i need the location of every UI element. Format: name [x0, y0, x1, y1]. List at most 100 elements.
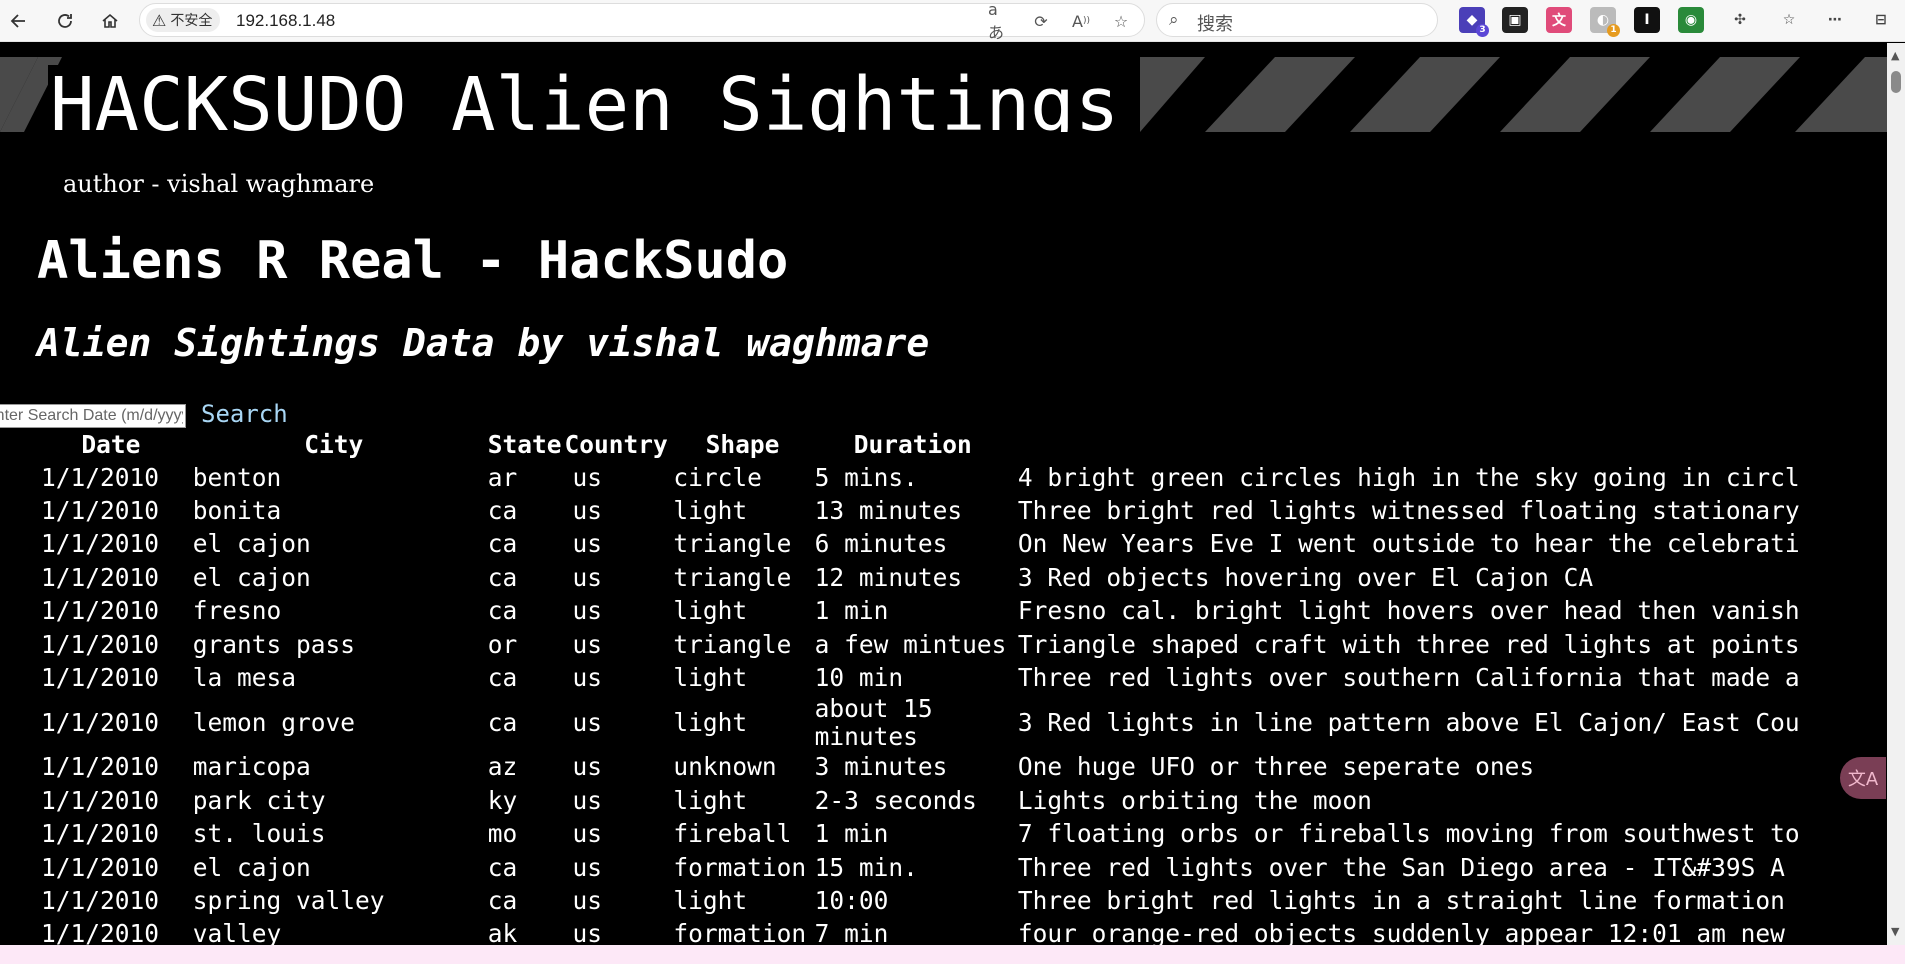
cell-country: us	[572, 562, 602, 592]
cell-description: Lights orbiting the moon	[1017, 785, 1372, 815]
extension-icon-6[interactable]: ◉	[1678, 7, 1704, 33]
cell-state: ca	[487, 852, 518, 882]
cell-description: Triangle shaped craft with three red lig…	[1017, 629, 1800, 659]
scroll-down-arrow-icon[interactable]: ▼	[1891, 925, 1899, 938]
table-row: 1/1/2010 benton ar us circle 5 mins. 4 bright …	[0, 461, 1887, 494]
page-heading: Aliens R Real - HackSudo	[37, 231, 789, 291]
cell-duration: 13 minutes	[814, 496, 963, 526]
favorites-icon[interactable]: ☆	[1776, 7, 1802, 33]
page-subheading: Alien Sightings Data by vishal waghmare	[37, 321, 930, 365]
cell-country: us	[572, 885, 602, 915]
cell-shape: light	[673, 885, 748, 915]
cell-duration: 1 min	[814, 819, 889, 849]
browser-toolbar: ⚠ 不安全 192.168.1.48 aあ ⟳ A)) ☆ ⌕ 搜索 ◆ 3 ▣ …	[0, 0, 1905, 42]
cell-city: la mesa	[192, 663, 296, 693]
cell-state: mo	[487, 819, 518, 849]
extensions-puzzle-icon[interactable]: ✣	[1727, 7, 1753, 33]
scrollbar-thumb[interactable]	[1891, 71, 1901, 93]
browser-search-box[interactable]: ⌕ 搜索	[1156, 3, 1438, 37]
page-content: HACKSUDO Alien Sightings author - vishal…	[0, 43, 1887, 945]
header-date: Date	[81, 430, 141, 459]
table-row: 1/1/2010 grants pass or us triangle a few min…	[0, 628, 1887, 661]
cell-date: 1/1/2010	[41, 785, 160, 815]
search-button[interactable]: Search	[201, 400, 288, 428]
table-row: 1/1/2010 spring valley ca us light 10:00 Three…	[0, 884, 1887, 917]
edge-refresh-icon[interactable]: ⟳	[1029, 10, 1053, 32]
date-search-input[interactable]	[0, 404, 186, 428]
header-duration: Duration	[853, 430, 972, 459]
extension-icon-1[interactable]: ◆ 3	[1459, 7, 1489, 37]
table-row: 1/1/2010 fresno ca us light 1 min Fresno cal. …	[0, 595, 1887, 628]
table-row: 1/1/2010 la mesa ca us light 10 min Three red …	[0, 661, 1887, 694]
cell-shape: light	[673, 707, 748, 737]
cell-state: or	[487, 629, 518, 659]
cell-shape: formation	[673, 852, 807, 882]
refresh-icon[interactable]	[50, 6, 80, 36]
table-row: 1/1/2010 el cajon ca us formation 15 min. Thre…	[0, 851, 1887, 884]
vertical-scrollbar[interactable]: ▲ ▼	[1887, 43, 1905, 945]
cell-description: Three bright red lights in a straight li…	[1017, 885, 1785, 915]
cell-date: 1/1/2010	[41, 885, 160, 915]
cell-date: 1/1/2010	[41, 663, 160, 693]
floating-translate-icon[interactable]: 文A	[1840, 757, 1886, 799]
cell-description: Fresno cal. bright light hovers over hea…	[1017, 596, 1800, 626]
cell-date: 1/1/2010	[41, 496, 160, 526]
cell-date: 1/1/2010	[41, 919, 160, 945]
cell-shape: triangle	[673, 629, 792, 659]
cell-city: grants pass	[192, 629, 355, 659]
cell-shape: triangle	[673, 562, 792, 592]
read-aloud-language-icon[interactable]: aあ	[988, 0, 1012, 42]
cell-city: el cajon	[192, 529, 311, 559]
extension-icon-5[interactable]: I	[1634, 7, 1660, 33]
cell-city: maricopa	[192, 752, 311, 782]
search-icon: ⌕	[1169, 10, 1179, 30]
cell-state: ky	[487, 785, 518, 815]
warning-icon: ⚠	[152, 10, 167, 30]
cell-state: ca	[487, 496, 518, 526]
table-row: 1/1/2010 el cajon ca us triangle 12 minutes 3 …	[0, 561, 1887, 594]
back-icon[interactable]	[4, 6, 34, 36]
extension-icon-2[interactable]: ▣	[1502, 7, 1528, 33]
cell-city: park city	[192, 785, 326, 815]
table-row: 1/1/2010 maricopa az us unknown 3 minutes One …	[0, 751, 1887, 784]
cell-city: valley	[192, 919, 282, 945]
cell-duration: 12 minutes	[814, 562, 963, 592]
cell-shape: circle	[673, 462, 762, 492]
banner-title: HACKSUDO Alien Sightings	[48, 65, 1130, 132]
cell-state: ca	[487, 529, 518, 559]
cell-country: us	[572, 785, 602, 815]
cell-date: 1/1/2010	[41, 819, 160, 849]
home-icon[interactable]	[95, 6, 125, 36]
more-menu-icon[interactable]: ⋯	[1822, 7, 1848, 33]
read-aloud-icon[interactable]: A))	[1069, 10, 1093, 32]
scroll-up-arrow-icon[interactable]: ▲	[1891, 49, 1899, 62]
table-row: 1/1/2010 st. louis mo us fireball 1 min 7 floa…	[0, 818, 1887, 851]
cell-shape: fireball	[673, 819, 792, 849]
cell-description: 3 Red objects hovering over El Cajon CA	[1017, 562, 1594, 592]
cell-state: ca	[487, 596, 518, 626]
cell-date: 1/1/2010	[41, 852, 160, 882]
cell-date: 1/1/2010	[41, 752, 160, 782]
cell-state: ca	[487, 885, 518, 915]
cell-country: us	[572, 752, 602, 782]
bottom-strip	[0, 945, 1905, 964]
cell-date: 1/1/2010	[41, 562, 160, 592]
url-text[interactable]: 192.168.1.48	[236, 11, 335, 31]
extension-icon-4[interactable]: ◐ 1	[1590, 7, 1620, 37]
cell-duration: 7 min	[814, 919, 889, 945]
cell-country: us	[572, 707, 602, 737]
favorite-star-icon[interactable]: ☆	[1109, 10, 1133, 32]
security-indicator[interactable]: ⚠ 不安全	[146, 8, 221, 32]
translate-extension-icon[interactable]: 文	[1546, 7, 1572, 33]
cell-city: fresno	[192, 596, 282, 626]
cell-duration: 3 minutes	[814, 752, 948, 782]
search-placeholder: 搜索	[1197, 14, 1233, 35]
cell-shape: light	[673, 663, 748, 693]
cell-duration: 15 min.	[814, 852, 918, 882]
author-text: author - vishal waghmare	[63, 170, 375, 198]
sidebar-toggle-icon[interactable]: ⊟	[1868, 7, 1894, 33]
table-row: 1/1/2010 lemon grove ca us light about 15 min…	[0, 694, 1887, 751]
cell-country: us	[572, 663, 602, 693]
address-bar[interactable]: ⚠ 不安全 192.168.1.48 aあ ⟳ A)) ☆	[139, 0, 1145, 42]
cell-shape: light	[673, 596, 748, 626]
